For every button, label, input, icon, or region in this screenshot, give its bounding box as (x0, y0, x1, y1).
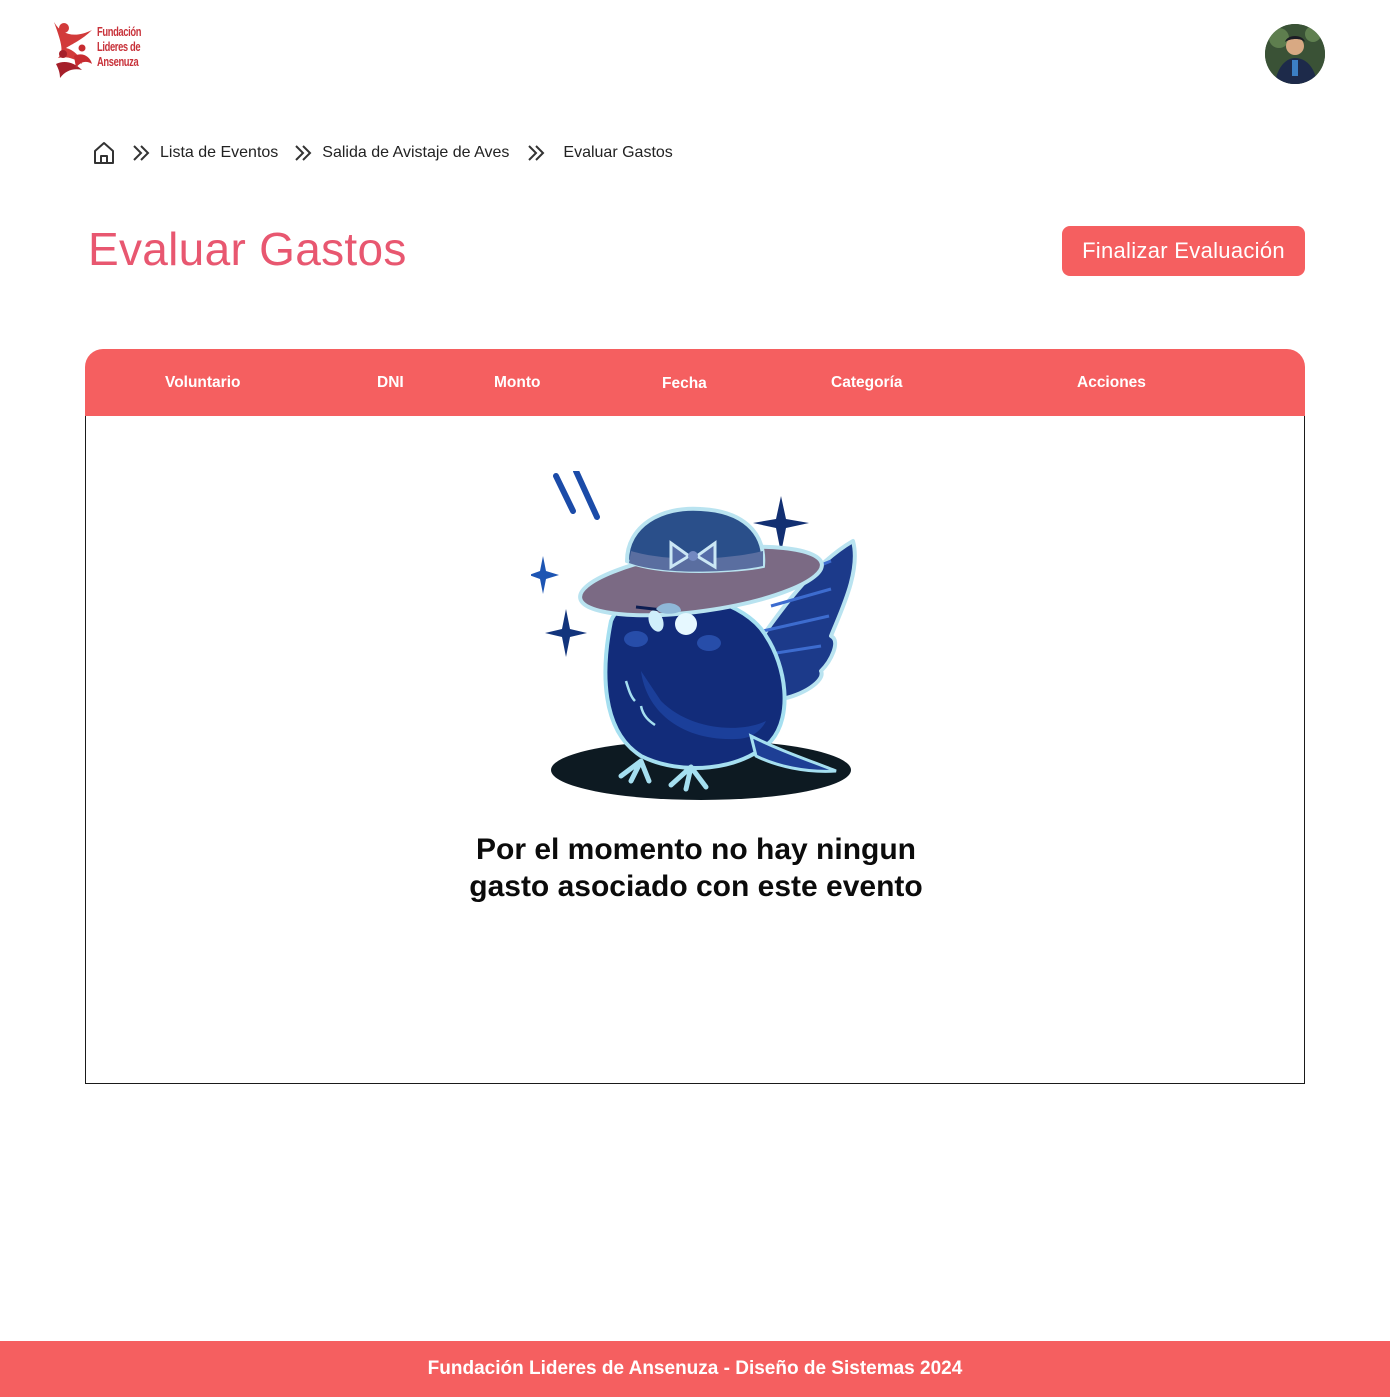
logo-text: Fundación Lideres de Ansenuza (97, 24, 141, 69)
breadcrumb: Lista de Eventos Salida de Avistaje de A… (92, 140, 673, 166)
logo-figure-icon (54, 22, 92, 78)
column-header-actions: Acciones (1077, 374, 1146, 391)
breadcrumb-item-event-list[interactable]: Lista de Eventos (160, 144, 278, 162)
finish-evaluation-button[interactable]: Finalizar Evaluación (1062, 226, 1305, 276)
logo-line: Lideres de (97, 39, 141, 54)
user-avatar[interactable] (1265, 24, 1325, 84)
page: Fundación Lideres de Ansenuza Lista de E… (0, 0, 1390, 1397)
chevron-double-right-icon (527, 144, 545, 162)
table-body-empty-state: Por el momento no hay ningun gasto asoci… (85, 416, 1305, 1084)
column-header-category: Categoría (831, 374, 903, 391)
column-header-amount: Monto (494, 374, 541, 391)
expenses-table: Voluntario DNI Monto Fecha Categoría Acc… (85, 349, 1305, 1084)
breadcrumb-item-event[interactable]: Salida de Avistaje de Aves (322, 144, 509, 162)
avatar-photo-icon (1265, 24, 1325, 84)
column-header-volunteer: Voluntario (165, 374, 241, 391)
breadcrumb-item-current: Evaluar Gastos (563, 144, 673, 161)
page-title: Evaluar Gastos (88, 223, 407, 275)
empty-state-message: Por el momento no hay ningun gasto asoci… (469, 833, 923, 903)
chevron-double-right-icon (294, 144, 312, 162)
column-header-dni: DNI (377, 374, 404, 391)
chevron-double-right-icon (132, 144, 150, 162)
logo-line: Fundación (97, 24, 142, 39)
home-icon (94, 142, 114, 164)
bird-with-hat-illustration (531, 471, 857, 800)
logo-line: Ansenuza (97, 54, 139, 69)
brand-logo[interactable]: Fundación Lideres de Ansenuza (52, 18, 152, 84)
footer: Fundación Lideres de Ansenuza - Diseño d… (0, 1341, 1390, 1397)
column-header-date: Fecha (662, 375, 707, 392)
breadcrumb-home[interactable] (92, 140, 116, 166)
table-header: Voluntario DNI Monto Fecha Categoría Acc… (85, 349, 1305, 416)
